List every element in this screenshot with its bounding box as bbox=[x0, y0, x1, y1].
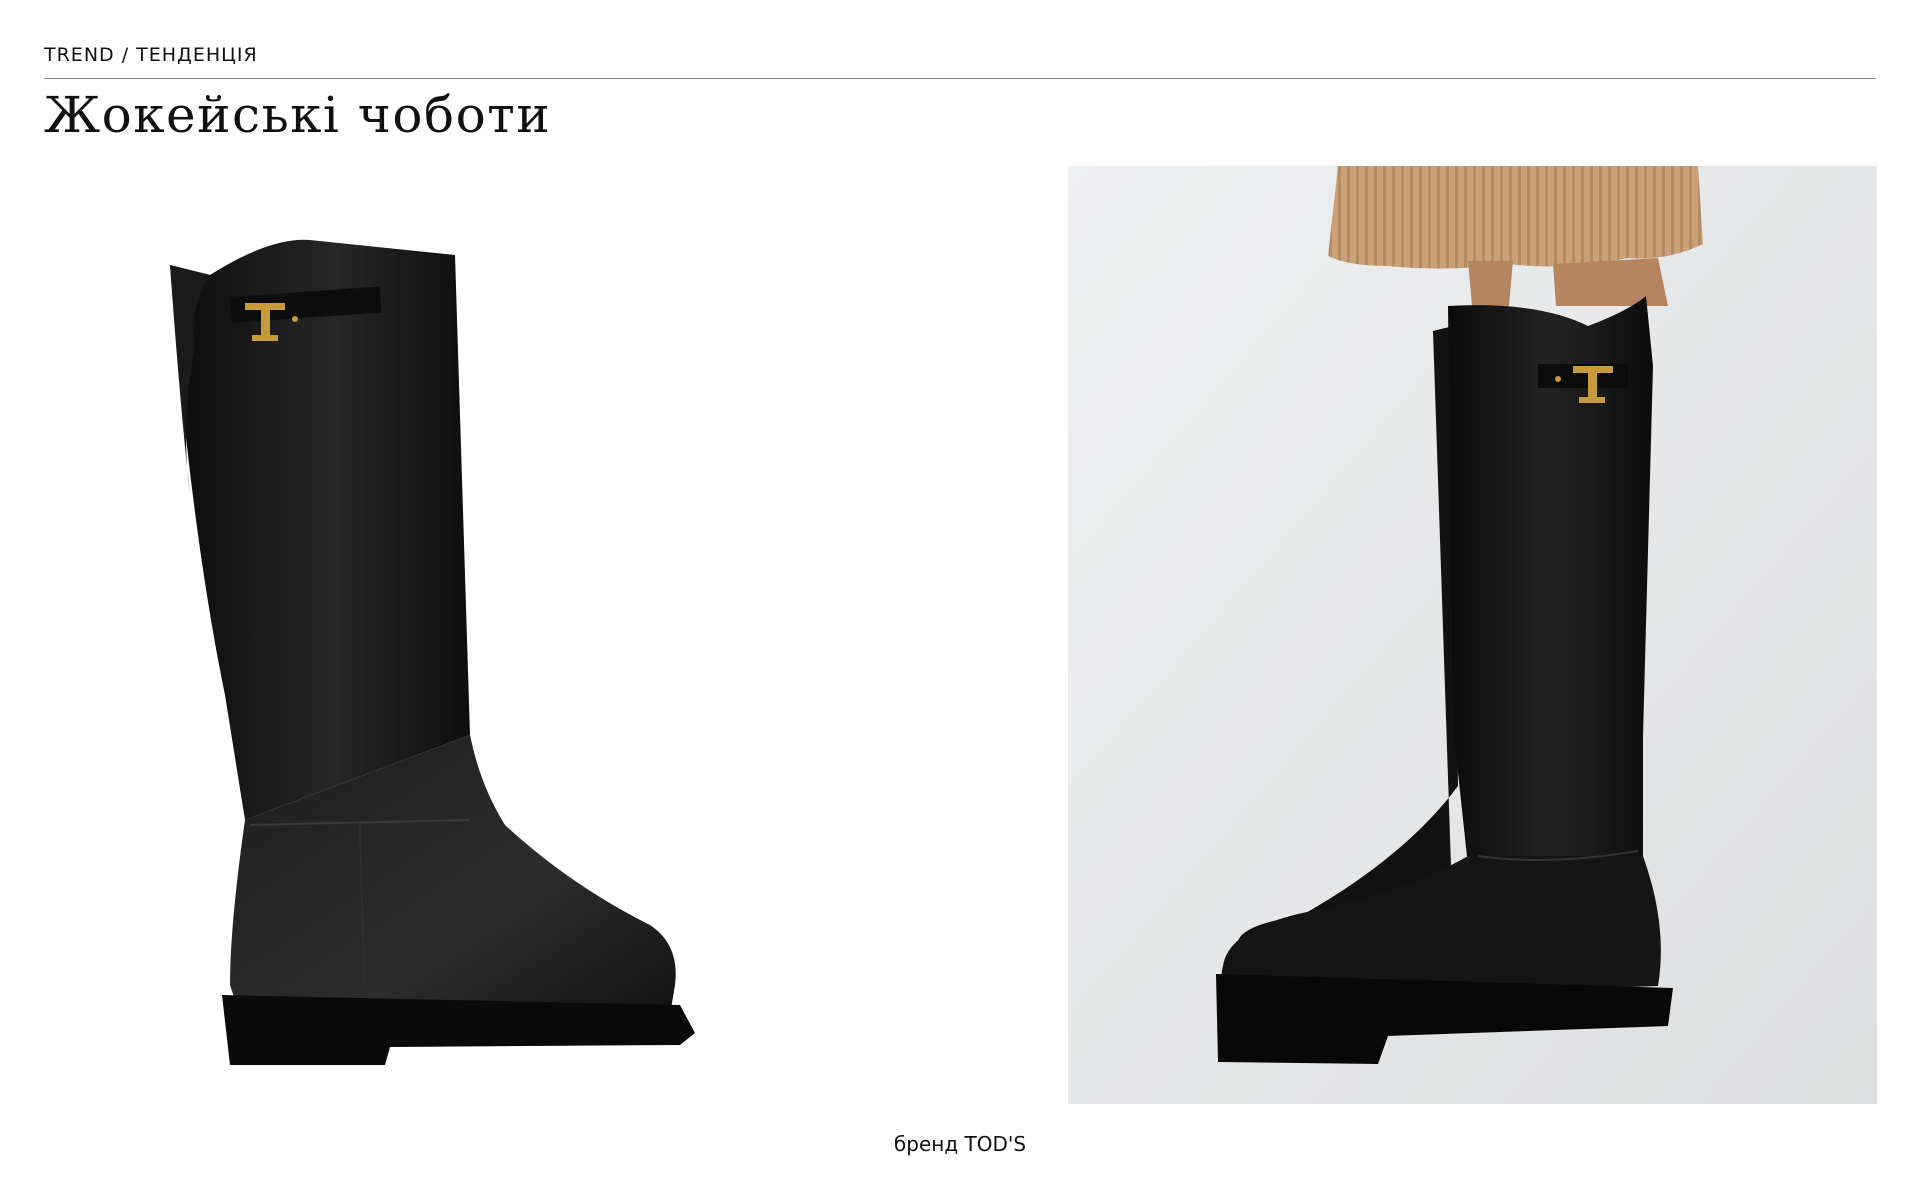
product-boot-image bbox=[150, 225, 750, 1065]
section-kicker: TREND / ТЕНДЕНЦІЯ bbox=[44, 44, 258, 66]
model-boots-image bbox=[1068, 166, 1877, 1104]
header-divider bbox=[44, 78, 1876, 79]
brand-caption: бренд TOD'S bbox=[893, 1132, 1027, 1156]
page-title: Жокейські чоботи bbox=[44, 86, 552, 144]
